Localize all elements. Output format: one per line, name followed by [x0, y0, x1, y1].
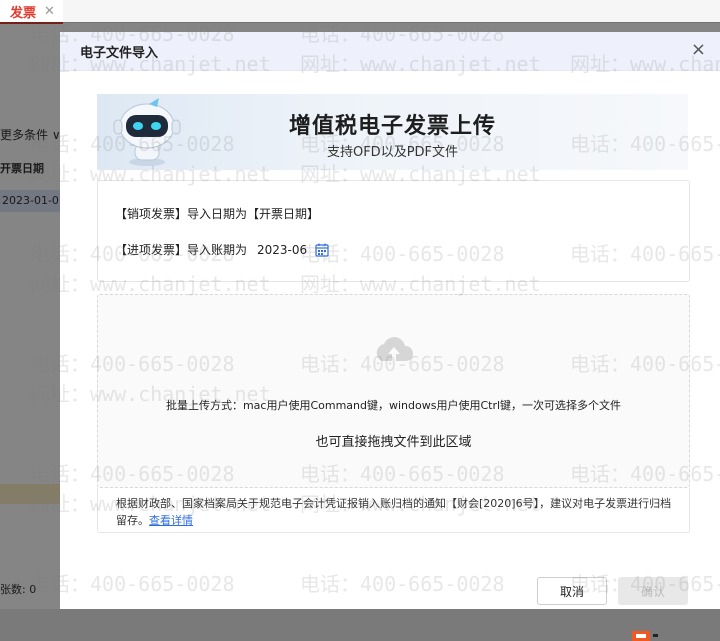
batch-upload-hint: 批量上传方式：mac用户使用Command键，windows用户使用Ctrl键，… — [165, 399, 622, 412]
cloud-upload-icon — [376, 337, 414, 362]
dialog-title: 电子文件导入 — [80, 45, 159, 61]
tab-invoice-label: 发票 — [10, 5, 37, 21]
confirm-button[interactable]: 确认 — [618, 577, 688, 605]
upload-banner: 增值税电子发票上传 支持OFD以及PDF文件 — [97, 94, 688, 170]
sales-invoice-date-rule: 【销项发票】导入日期为【开票日期】 — [115, 207, 320, 221]
import-dialog: 电子文件导入 × 增值税电子发票上传 支持OFD以及PDF文件 【销项发票】导入… — [60, 32, 720, 641]
close-icon[interactable]: × — [691, 41, 706, 59]
view-details-link[interactable]: 查看详情 — [149, 514, 193, 527]
input-invoice-period-row: 【进项发票】导入账期为 2023-06 — [115, 241, 329, 258]
tab-invoice[interactable]: 发票 ✕ — [0, 0, 63, 24]
drag-drop-hint: 也可直接拖拽文件到此区域 — [315, 435, 472, 450]
archive-notice: 根据财政部、国家档案局关于规范电子会计凭证报销入账归档的通知【财会[2020]6… — [97, 488, 690, 533]
tab-close-icon[interactable]: ✕ — [44, 4, 55, 19]
calendar-icon[interactable] — [315, 243, 329, 257]
cancel-button[interactable]: 取消 — [537, 577, 607, 605]
help-assistant-icon[interactable] — [630, 631, 660, 641]
file-drop-zone[interactable]: 批量上传方式：mac用户使用Command键，windows用户使用Ctrl键，… — [97, 294, 690, 488]
archive-notice-body: 根据财政部、国家档案局关于规范电子会计凭证报销入账归档的通知【财会[2020]6… — [116, 497, 672, 527]
tab-bar: 发票 ✕ — [0, 0, 720, 24]
dialog-header: 电子文件导入 × — [60, 32, 720, 71]
input-invoice-period-label: 【进项发票】导入账期为 — [115, 243, 248, 257]
banner-title: 增值税电子发票上传 — [288, 114, 496, 139]
import-settings-box: 【销项发票】导入日期为【开票日期】 【进项发票】导入账期为 2023-06 — [97, 180, 690, 282]
period-picker-value[interactable]: 2023-06 — [257, 243, 307, 257]
archive-notice-text: 根据财政部、国家档案局关于规范电子会计凭证报销入账归档的通知【财会[2020]6… — [116, 495, 673, 529]
banner-subtitle: 支持OFD以及PDF文件 — [326, 145, 459, 160]
